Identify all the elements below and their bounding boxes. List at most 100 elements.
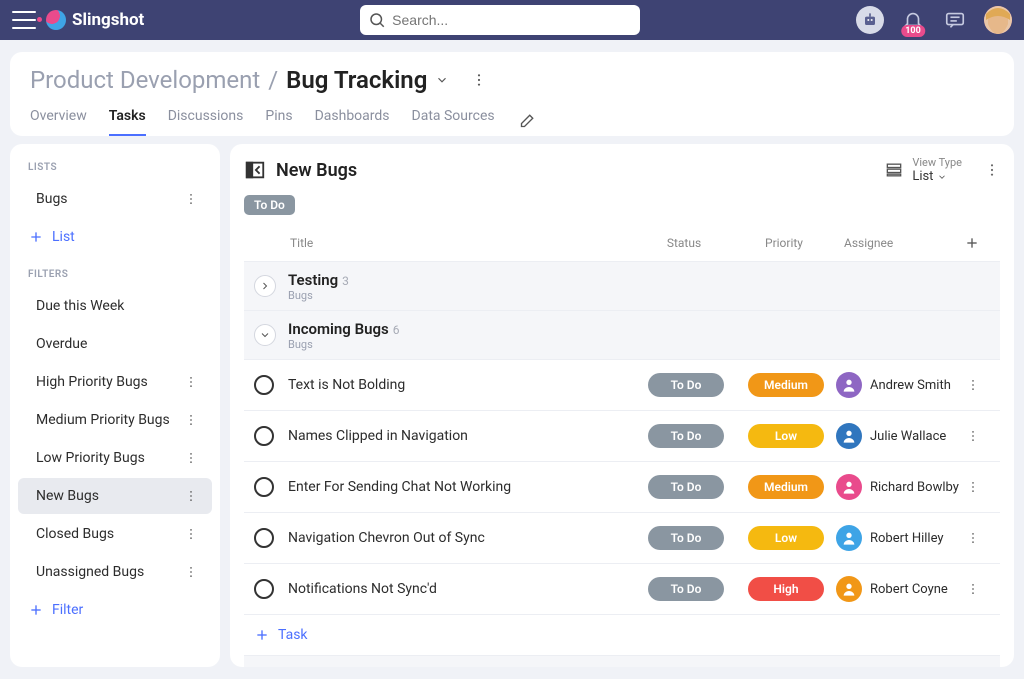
priority-badge[interactable]: Medium <box>748 373 824 397</box>
task-row[interactable]: Names Clipped in Navigation To Do Low Ju… <box>244 410 1000 461</box>
status-badge[interactable]: To Do <box>648 577 724 601</box>
more-icon[interactable] <box>184 192 198 206</box>
task-row[interactable]: Enter For Sending Chat Not Working To Do… <box>244 461 1000 512</box>
main-more-icon[interactable] <box>984 162 1000 178</box>
collapse-panel-icon[interactable] <box>244 159 266 181</box>
sidebar-filter-item[interactable]: New Bugs <box>18 478 212 514</box>
assignee-avatar <box>836 525 862 551</box>
main-panel: New Bugs View Type List To Do Title Stat… <box>230 144 1014 667</box>
tab-discussions[interactable]: Discussions <box>168 108 244 136</box>
task-checkbox[interactable] <box>254 477 274 497</box>
status-badge[interactable]: To Do <box>648 526 724 550</box>
task-row[interactable]: Text is Not Bolding To Do Medium Andrew … <box>244 359 1000 410</box>
assignee[interactable]: Robert Coyne <box>836 576 966 602</box>
status-badge[interactable]: To Do <box>648 475 724 499</box>
section-count: 3 <box>342 274 349 288</box>
assignee[interactable]: Andrew Smith <box>836 372 966 398</box>
add-list-button[interactable]: List <box>10 219 220 255</box>
page-more-icon[interactable] <box>469 70 489 90</box>
task-title: Names Clipped in Navigation <box>288 428 636 444</box>
assignee-avatar <box>836 474 862 500</box>
tab-data-sources[interactable]: Data Sources <box>412 108 495 136</box>
more-icon[interactable] <box>184 527 198 541</box>
task-checkbox[interactable] <box>254 426 274 446</box>
priority-badge[interactable]: Low <box>748 526 824 550</box>
tab-overview[interactable]: Overview <box>30 108 87 136</box>
notifications-icon[interactable]: 100 <box>900 7 926 33</box>
add-filter-button[interactable]: Filter <box>10 592 220 628</box>
assignee[interactable]: Robert Hilley <box>836 525 966 551</box>
section-header[interactable]: In Progress 2 Bugs <box>244 655 1000 667</box>
user-avatar[interactable] <box>984 6 1012 34</box>
panels: LISTS Bugs List FILTERS Due this WeekOve… <box>10 144 1014 667</box>
tab-pins[interactable]: Pins <box>265 108 292 136</box>
sidebar-filter-item[interactable]: Due this Week <box>18 288 212 324</box>
robot-icon <box>860 10 880 30</box>
chat-icon[interactable] <box>942 7 968 33</box>
sidebar-filter-item[interactable]: Overdue <box>18 326 212 362</box>
assignee[interactable]: Richard Bowlby <box>836 474 966 500</box>
chevron-down-icon <box>937 172 947 182</box>
add-list-label: List <box>52 229 75 245</box>
assistant-avatar[interactable] <box>856 6 884 34</box>
task-more-button[interactable] <box>966 531 990 545</box>
more-icon[interactable] <box>184 413 198 427</box>
tabs: Overview Tasks Discussions Pins Dashboar… <box>30 108 994 136</box>
more-icon[interactable] <box>184 565 198 579</box>
page-header: Product Development / Bug Tracking Overv… <box>10 52 1014 136</box>
status-badge[interactable]: To Do <box>648 373 724 397</box>
task-more-button[interactable] <box>966 378 990 392</box>
more-icon[interactable] <box>184 489 198 503</box>
add-task-button[interactable]: Task <box>244 614 1000 655</box>
assignee-name: Robert Coyne <box>870 582 948 597</box>
chevron-down-icon[interactable] <box>435 73 449 87</box>
priority-badge[interactable]: High <box>748 577 824 601</box>
tab-dashboards[interactable]: Dashboards <box>315 108 390 136</box>
search-input[interactable] <box>360 5 640 35</box>
add-task-label: Task <box>278 627 308 643</box>
sidebar-filter-item[interactable]: Closed Bugs <box>18 516 212 552</box>
sidebar-filter-item[interactable]: Medium Priority Bugs <box>18 402 212 438</box>
task-checkbox[interactable] <box>254 528 274 548</box>
section-header[interactable]: Testing 3 Bugs <box>244 261 1000 310</box>
task-checkbox[interactable] <box>254 375 274 395</box>
list-view-icon <box>884 160 904 180</box>
app-name: Slingshot <box>72 10 144 30</box>
assignee-name: Julie Wallace <box>870 429 946 444</box>
tab-tasks[interactable]: Tasks <box>109 108 146 136</box>
task-row[interactable]: Navigation Chevron Out of Sync To Do Low… <box>244 512 1000 563</box>
sidebar-item-label: High Priority Bugs <box>36 374 148 390</box>
section-toggle[interactable] <box>254 275 276 297</box>
menu-icon[interactable] <box>12 11 36 29</box>
section-toggle[interactable] <box>254 324 276 346</box>
task-checkbox[interactable] <box>254 579 274 599</box>
app-logo[interactable]: Slingshot <box>46 10 144 30</box>
sidebar-filter-item[interactable]: Low Priority Bugs <box>18 440 212 476</box>
section-header[interactable]: Incoming Bugs 6 Bugs <box>244 310 1000 359</box>
add-column-button[interactable] <box>964 235 994 251</box>
breadcrumb-parent[interactable]: Product Development <box>30 66 260 94</box>
sidebar-list-bugs[interactable]: Bugs <box>18 181 212 217</box>
task-row[interactable]: Notifications Not Sync'd To Do High Robe… <box>244 563 1000 614</box>
task-more-button[interactable] <box>966 582 990 596</box>
more-icon <box>966 378 980 392</box>
sidebar-item-label: New Bugs <box>36 488 99 504</box>
status-badge[interactable]: To Do <box>648 424 724 448</box>
assignee[interactable]: Julie Wallace <box>836 423 966 449</box>
more-icon[interactable] <box>184 375 198 389</box>
assignee-avatar <box>836 423 862 449</box>
task-more-button[interactable] <box>966 480 990 494</box>
sidebar-filter-item[interactable]: Unassigned Bugs <box>18 554 212 590</box>
col-status: Status <box>634 236 734 250</box>
edit-tabs-icon[interactable] <box>517 113 535 131</box>
more-icon <box>966 480 980 494</box>
more-icon[interactable] <box>184 451 198 465</box>
stage-pill[interactable]: To Do <box>244 195 295 215</box>
priority-badge[interactable]: Medium <box>748 475 824 499</box>
task-more-button[interactable] <box>966 429 990 443</box>
sidebar-item-label: Overdue <box>36 336 87 352</box>
view-type-selector[interactable]: View Type List <box>884 156 1000 184</box>
priority-badge[interactable]: Low <box>748 424 824 448</box>
sidebar-filter-item[interactable]: High Priority Bugs <box>18 364 212 400</box>
logo-icon <box>46 10 66 30</box>
